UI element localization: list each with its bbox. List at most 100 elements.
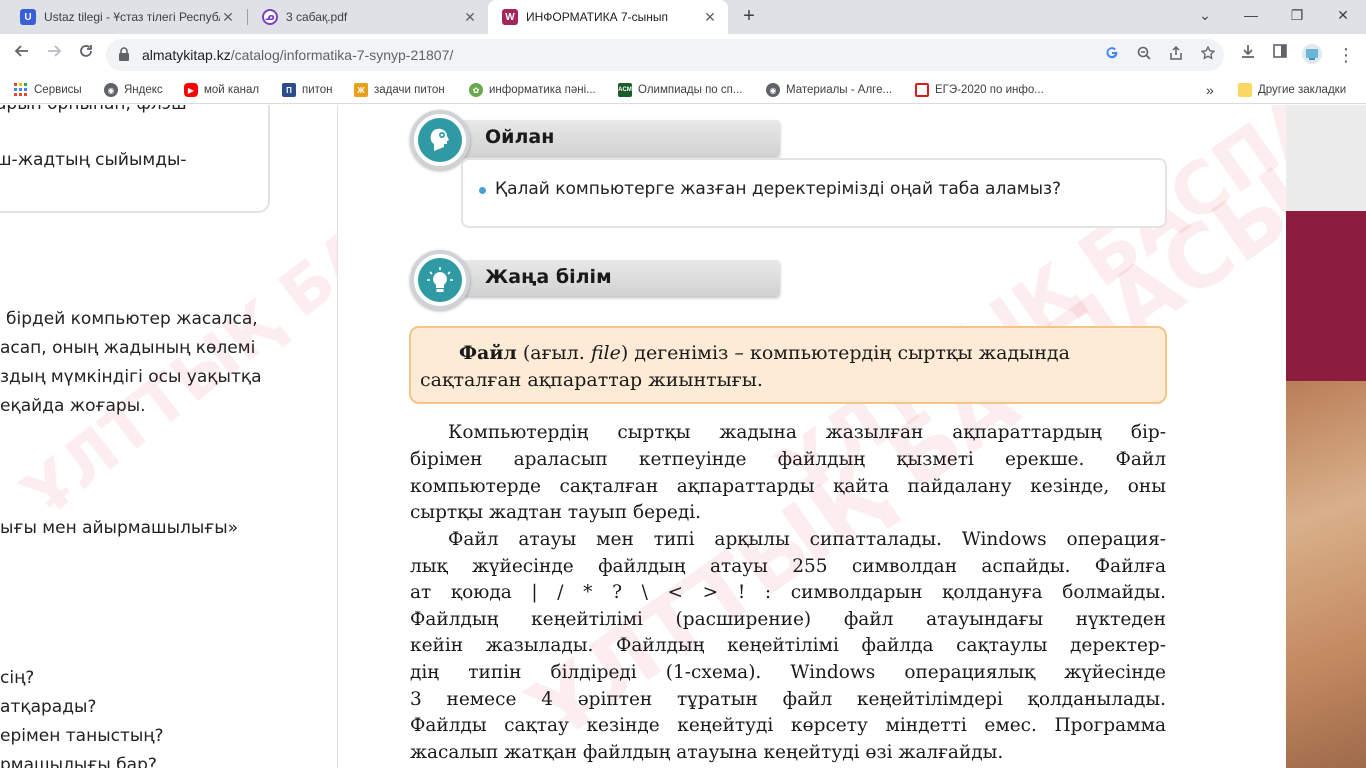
bookmark-python[interactable]: П питон [282, 82, 333, 98]
left-line: атқарады? [0, 697, 97, 717]
close-window-button[interactable]: ✕ [1320, 0, 1366, 30]
left-line: здың мүмкіндігі осы уақытқа [0, 367, 262, 387]
definition-term: Файл [459, 342, 517, 364]
body-text-line: Компьютердің сыртқы жадына жазылған ақпа… [448, 422, 1166, 443]
menu-kebab-icon[interactable]: ⋮ [1334, 43, 1358, 67]
bookmark-label: Сервисы [34, 84, 82, 96]
bookmark-python-tasks[interactable]: Ж задачи питон [354, 82, 445, 98]
body-text-line: Файлды сақтау кезінде кеңейтуді көрсету … [410, 715, 1166, 736]
right-strip-band [1286, 211, 1366, 381]
bookmark-label: Другие закладки [1258, 84, 1347, 96]
bookmark-olympiads[interactable]: ACM Олимпиады по сп... [618, 82, 742, 98]
bookmark-blue-icon: П [282, 83, 296, 97]
minimize-button[interactable]: — [1228, 0, 1274, 30]
close-icon[interactable]: ✕ [702, 9, 718, 25]
new-tab-button[interactable]: + [737, 5, 761, 29]
right-strip-top [1286, 105, 1366, 211]
tab-search-chevron-icon[interactable]: ⌄ [1182, 0, 1228, 30]
think-question-box: Қалай компьютерге жазған деректерімізді … [461, 158, 1167, 228]
pdf-viewer-icon: ᓄ [262, 9, 278, 25]
apps-grid-icon [14, 83, 28, 97]
zoom-icon[interactable] [1132, 43, 1156, 67]
tab-pdf[interactable]: ᓄ 3 сабақ.pdf ✕ [248, 0, 488, 34]
lock-icon [119, 47, 129, 61]
restore-button[interactable]: ❐ [1274, 0, 1320, 30]
bookmark-ege-2020[interactable]: ЕГЭ-2020 по инфо... [915, 82, 1044, 98]
bookmarks-bar: Сервисы ◉ Яндекс ▶ мой канал П питон Ж з… [0, 76, 1366, 104]
left-line: сің? [0, 668, 35, 688]
url-text[interactable]: almatykitap.kz/catalog/informatika-7-syn… [142, 47, 453, 63]
bookmark-materials[interactable]: ◉ Материалы - Алге... [766, 82, 892, 98]
url-host: almatykitap.kz [142, 47, 231, 63]
bookmark-label: питон [302, 84, 333, 96]
left-line: бірдей компьютер жасалса, [6, 309, 258, 329]
ustaz-u-icon: U [20, 9, 36, 25]
tab-strip: U Ustaz tilegi - Ұстаз тілегі Республ ✕ … [0, 0, 1366, 34]
body-text-line: Файлдың кеңейтілімі (расширение) файл ат… [410, 609, 1166, 630]
side-panel-icon[interactable] [1268, 43, 1292, 67]
definition-box: Файл (ағыл. file) дегеніміз – компьютерд… [409, 326, 1167, 404]
body-text-line: лық жүйесінде файлдың атауы 255 символда… [410, 556, 1166, 577]
bookmark-my-channel[interactable]: ▶ мой канал [184, 82, 259, 98]
star-bookmark-icon[interactable] [1196, 43, 1220, 67]
arrow-left-icon [14, 45, 28, 57]
tab-informatika[interactable]: W ИНФОРМАТИКА 7-сынып ✕ [488, 0, 728, 34]
forward-button[interactable] [42, 43, 66, 67]
bookmark-label: Яндекс [124, 84, 163, 96]
definition-line-1: Файл (ағыл. file) дегеніміз – компьютерд… [459, 342, 1070, 364]
new-knowledge-title: Жаңа білім [485, 266, 612, 288]
new-knowledge-section-header: Жаңа білім [410, 250, 790, 314]
definition-lang: ағыл. [530, 342, 591, 364]
definition-line-2: сақталған ақпараттар жиынтығы. [420, 369, 763, 391]
bookmark-label: задачи питон [374, 84, 445, 96]
definition-rest: ) дегеніміз – компьютердің сыртқы жадынд… [620, 342, 1070, 364]
reload-button[interactable] [74, 43, 98, 67]
bullet-icon [479, 187, 486, 194]
url-path: /catalog/informatika-7-synyp-21807/ [230, 47, 454, 63]
close-icon[interactable]: ✕ [462, 9, 478, 25]
globe-icon: ◉ [104, 83, 118, 97]
right-strip-photo [1286, 381, 1366, 768]
bookmark-services[interactable]: Сервисы [14, 82, 82, 98]
bookmark-leaf-icon: ✿ [469, 83, 483, 97]
lightbulb-icon [418, 258, 462, 302]
body-text-line: Файл атауы мен типі арқылы сипатталады. … [448, 529, 1166, 550]
body-text-line: бірімен араласып кетпеуінде файлдың қызм… [410, 449, 1166, 470]
body-text-line: ат қоюда | / * ? \ < > ! : символдарын қ… [410, 582, 1166, 603]
back-button[interactable] [10, 43, 34, 67]
bookmark-label: Материалы - Алге... [786, 84, 893, 96]
bookmarks-overflow-button[interactable]: » [1206, 82, 1214, 98]
left-line: ығы мен айырмашылығы» [0, 518, 239, 538]
share-icon[interactable] [1164, 43, 1188, 67]
close-icon[interactable]: ✕ [220, 9, 236, 25]
bookmark-gold-icon: Ж [354, 83, 368, 97]
think-header-bar: Ойлан [440, 120, 780, 156]
bookmark-yandex[interactable]: ◉ Яндекс [104, 82, 163, 98]
tab-ustaz[interactable]: U Ustaz tilegi - Ұстаз тілегі Республ ✕ [6, 0, 246, 34]
globe-icon: ◉ [766, 83, 780, 97]
profile-avatar-icon[interactable] [1300, 43, 1324, 67]
other-bookmarks-folder[interactable]: Другие закладки [1238, 82, 1346, 98]
left-line: ш-жадтың сыйымды- [0, 150, 187, 170]
address-bar[interactable]: almatykitap.kz/catalog/informatika-7-syn… [106, 39, 1224, 71]
think-badge [410, 110, 470, 170]
left-line: арын орнынан, флэш [0, 105, 187, 114]
tab-title: 3 сабақ.pdf [286, 10, 348, 24]
bookmark-label: Олимпиады по сп... [638, 84, 743, 96]
think-title: Ойлан [485, 126, 555, 148]
left-line: асап, оның жадының көлемі [0, 338, 256, 358]
page-viewport: ҰЛТТЫҚ БАСПАСЫ арын орнынан, флэш ш-жадт… [0, 105, 1366, 768]
left-book-page: ҰЛТТЫҚ БАСПАСЫ арын орнынан, флэш ш-жадт… [0, 105, 338, 768]
google-lens-icon[interactable] [1100, 43, 1124, 67]
right-side-strip [1286, 105, 1366, 768]
browser-toolbar: almatykitap.kz/catalog/informatika-7-syn… [0, 34, 1366, 76]
body-text-line: сыртқы жадтан тауып береді. [410, 502, 702, 523]
bookmark-label: ЕГЭ-2020 по инфо... [935, 84, 1044, 96]
new-knowledge-header-bar: Жаңа білім [440, 260, 780, 296]
download-icon[interactable] [1236, 43, 1260, 67]
bookmark-informatika[interactable]: ✿ информатика пәні... [469, 82, 596, 98]
reload-icon [80, 45, 92, 57]
tab-title: Ustaz tilegi - Ұстаз тілегі Республ [44, 10, 220, 24]
head-gear-icon [418, 118, 462, 162]
almatykitap-icon: W [502, 9, 518, 25]
